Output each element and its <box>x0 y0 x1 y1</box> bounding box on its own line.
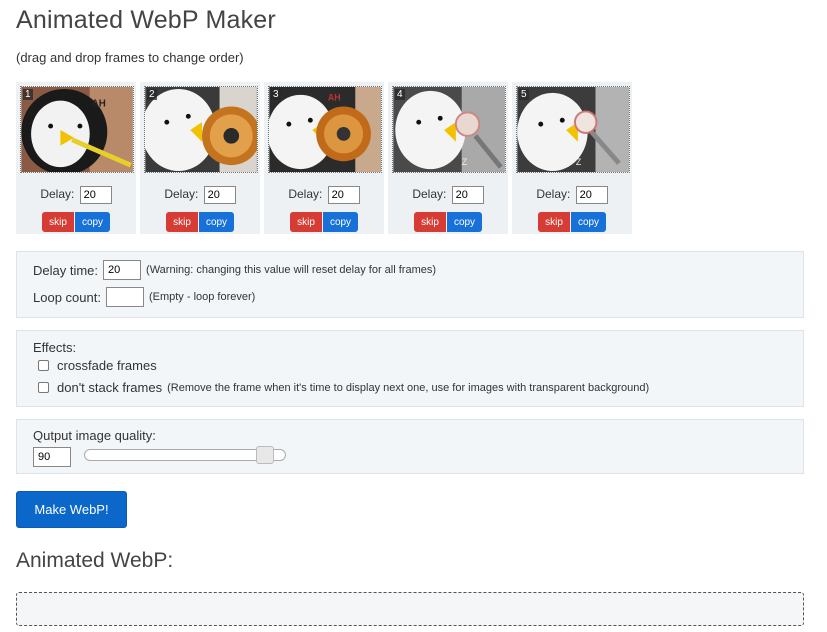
make-webp-button[interactable]: Make WebP! <box>16 491 127 528</box>
frame-thumbnail[interactable]: 4 Z <box>392 86 506 173</box>
nostack-checkbox[interactable] <box>38 382 49 393</box>
crossfade-label[interactable]: crossfade frames <box>57 358 157 373</box>
frame-delay-row: Delay: <box>140 186 260 204</box>
copy-button[interactable]: copy <box>447 212 482 232</box>
skip-button[interactable]: skip <box>290 212 322 232</box>
quality-input[interactable] <box>33 447 71 467</box>
frame-image <box>145 87 257 172</box>
frame-delay-row: Delay: <box>264 186 384 204</box>
delay-time-input[interactable] <box>103 260 142 280</box>
loop-count-row: Loop count: (Empty - loop forever) <box>33 287 255 307</box>
crossfade-row: crossfade frames <box>33 358 157 373</box>
frame-number: 1 <box>23 89 33 100</box>
svg-text:AH: AH <box>328 93 341 103</box>
frame-image: AH <box>269 87 381 172</box>
loop-count-input[interactable] <box>105 287 144 307</box>
frame-card[interactable]: 4 Z Delay: skip copy <box>388 82 508 234</box>
frame-delay-input[interactable] <box>327 186 360 204</box>
skip-button[interactable]: skip <box>42 212 74 232</box>
delay-time-label: Delay time: <box>33 262 99 278</box>
quality-slider-handle[interactable] <box>256 446 274 464</box>
svg-text:Z: Z <box>462 157 468 167</box>
frame-delay-row: Delay: <box>512 186 632 204</box>
frame-thumbnail[interactable]: 2 <box>144 86 258 173</box>
frame-delay-label: Delay: <box>40 187 75 202</box>
loop-count-note: (Empty - loop forever) <box>148 291 256 303</box>
frame-delay-input[interactable] <box>203 186 236 204</box>
copy-button[interactable]: copy <box>571 212 606 232</box>
skip-button[interactable]: skip <box>414 212 446 232</box>
frame-delay-label: Delay: <box>164 187 199 202</box>
frame-image: AH <box>21 87 133 172</box>
result-container <box>16 592 804 626</box>
frame-card[interactable]: 5 Z Delay: skip copy <box>512 82 632 234</box>
frame-number: 4 <box>395 89 405 100</box>
copy-button[interactable]: copy <box>75 212 110 232</box>
effects-heading: Effects: <box>33 340 77 355</box>
quality-panel: Qutput image quality: <box>16 419 804 474</box>
frame-thumbnail[interactable]: 5 Z <box>516 86 630 173</box>
copy-button[interactable]: copy <box>199 212 234 232</box>
frame-image: Z <box>393 87 505 172</box>
nostack-row: don't stack frames (Remove the frame whe… <box>33 380 649 395</box>
crossfade-checkbox[interactable] <box>38 360 49 371</box>
frame-thumbnail[interactable]: 3 AH <box>268 86 382 173</box>
frame-delay-label: Delay: <box>288 187 323 202</box>
frame-delay-input[interactable] <box>451 186 484 204</box>
quality-slider[interactable] <box>84 446 286 464</box>
skip-button[interactable]: skip <box>166 212 198 232</box>
timing-panel: Delay time: (Warning: changing this valu… <box>16 251 804 318</box>
svg-text:Z: Z <box>576 157 582 167</box>
frame-delay-input[interactable] <box>575 186 608 204</box>
frame-number: 5 <box>519 89 529 100</box>
skip-button[interactable]: skip <box>538 212 570 232</box>
copy-button[interactable]: copy <box>323 212 358 232</box>
nostack-label[interactable]: don't stack frames <box>57 380 162 395</box>
delay-time-note: (Warning: changing this value will reset… <box>146 264 437 276</box>
nostack-note: (Remove the frame when it's time to disp… <box>167 381 650 394</box>
frame-delay-label: Delay: <box>412 187 447 202</box>
delay-time-row: Delay time: (Warning: changing this valu… <box>33 260 436 280</box>
frame-number: 3 <box>271 89 281 100</box>
frame-card[interactable]: 3 AH Delay: skip copy <box>264 82 384 234</box>
frame-delay-row: Delay: <box>388 186 508 204</box>
page-title: Animated WebP Maker <box>16 6 276 34</box>
frame-card[interactable]: 2 Delay: skip copy <box>140 82 260 234</box>
frame-thumbnail[interactable]: 1 AH <box>20 86 134 173</box>
loop-count-label: Loop count: <box>33 289 101 305</box>
quality-label: Qutput image quality: <box>33 428 156 443</box>
result-title: Animated WebP: <box>16 549 174 572</box>
frame-image: Z <box>517 87 629 172</box>
frame-delay-row: Delay: <box>16 186 136 204</box>
frame-card[interactable]: 1 AH Delay: skip copy <box>16 82 136 234</box>
frame-delay-label: Delay: <box>536 187 571 202</box>
reorder-hint: (drag and drop frames to change order) <box>16 50 244 65</box>
svg-text:AH: AH <box>92 99 106 110</box>
effects-panel: Effects: crossfade frames don't stack fr… <box>16 330 804 407</box>
frame-number: 2 <box>147 89 157 100</box>
frame-delay-input[interactable] <box>79 186 112 204</box>
